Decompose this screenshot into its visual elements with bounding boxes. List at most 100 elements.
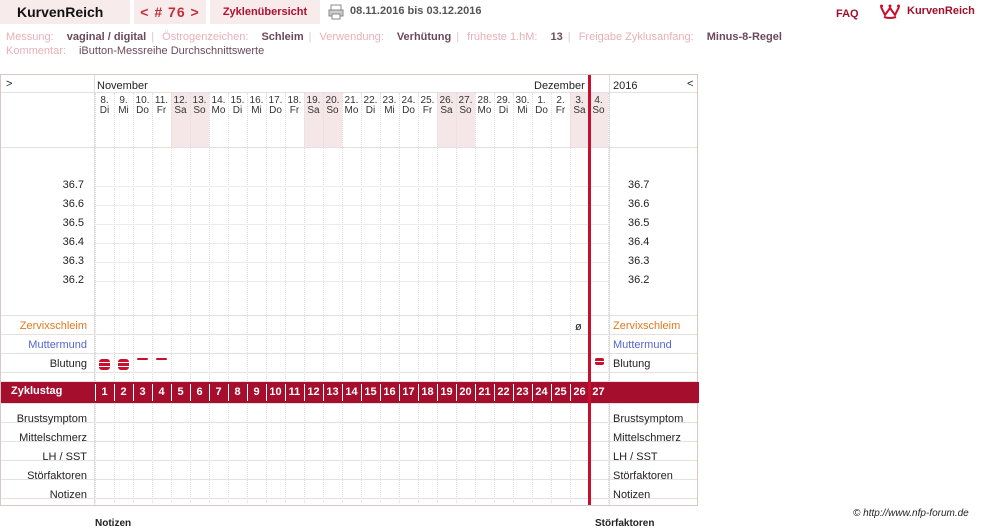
crown-logo-icon[interactable]: [880, 3, 900, 19]
cycle-day-number[interactable]: 20: [456, 386, 475, 398]
bottom-row-label-left[interactable]: LH / SST: [1, 451, 87, 463]
right-column-border: [609, 75, 610, 505]
day-header[interactable]: 23. Mi: [380, 96, 399, 116]
grid-hline: [1, 315, 697, 316]
cycle-day-number[interactable]: 17: [399, 386, 418, 398]
cycle-day-number[interactable]: 13: [323, 386, 342, 398]
blutung-label-right[interactable]: Blutung: [613, 358, 650, 370]
day-header[interactable]: 26. Sa: [437, 96, 456, 116]
cycle-day-number[interactable]: 15: [361, 386, 380, 398]
bleeding-mark[interactable]: [118, 359, 129, 370]
day-header[interactable]: 18. Fr: [285, 96, 304, 116]
day-header[interactable]: 27. So: [456, 96, 475, 116]
bottom-row-label-right[interactable]: LH / SST: [613, 451, 658, 463]
chart-next-arrow[interactable]: <: [687, 78, 693, 90]
weekday: Mi: [384, 105, 395, 116]
day-header[interactable]: 25. Fr: [418, 96, 437, 116]
muttermund-label-left[interactable]: Muttermund: [1, 339, 87, 351]
cycle-day-number[interactable]: 1: [95, 386, 114, 398]
faq-link[interactable]: FAQ: [836, 8, 859, 20]
day-header[interactable]: 16. Mi: [247, 96, 266, 116]
day-header[interactable]: 17. Do: [266, 96, 285, 116]
day-header[interactable]: 20. So: [323, 96, 342, 116]
print-icon[interactable]: [328, 4, 344, 20]
cycle-day-number[interactable]: 5: [171, 386, 190, 398]
day-header[interactable]: 30. Mi: [513, 96, 532, 116]
verwendung-label: Verwendung:: [319, 31, 384, 43]
weekday: Di: [365, 105, 376, 116]
cycle-day-number[interactable]: 24: [532, 386, 551, 398]
cycle-day-number[interactable]: 16: [380, 386, 399, 398]
temp-gridline: [95, 186, 609, 187]
fhm-label: früheste 1.hM:: [467, 31, 538, 43]
day-header[interactable]: 12. Sa: [171, 96, 190, 116]
cycle-day-number[interactable]: 9: [247, 386, 266, 398]
day-header[interactable]: 1. Do: [532, 96, 551, 116]
weekday: Fr: [555, 105, 566, 116]
day-header[interactable]: 11. Fr: [152, 96, 171, 116]
bottom-row-label-left[interactable]: Notizen: [1, 489, 87, 501]
cycle-day-number[interactable]: 11: [285, 386, 304, 398]
temp-label-left: 36.2: [62, 274, 84, 286]
cycle-day-number[interactable]: 6: [190, 386, 209, 398]
day-header[interactable]: 4. So: [589, 96, 608, 116]
cycle-day-number[interactable]: 18: [418, 386, 437, 398]
bottom-row-label-left[interactable]: Störfaktoren: [1, 470, 87, 482]
cycle-day-number[interactable]: 27: [589, 386, 608, 398]
cycle-day-number[interactable]: 2: [114, 386, 133, 398]
day-header[interactable]: 3. Sa: [570, 96, 589, 116]
brand-title[interactable]: KurvenReich: [0, 0, 130, 24]
logo-text[interactable]: KurvenReich: [907, 5, 975, 17]
zervix-label-left[interactable]: Zervixschleim: [1, 320, 87, 332]
cycle-day-number[interactable]: 25: [551, 386, 570, 398]
cycle-day-number[interactable]: 14: [342, 386, 361, 398]
weekday: So: [193, 105, 206, 116]
day-header[interactable]: 29. Di: [494, 96, 513, 116]
cycle-day-number[interactable]: 22: [494, 386, 513, 398]
day-header[interactable]: 21. Mo: [342, 96, 361, 116]
bleeding-mark[interactable]: [595, 358, 604, 365]
weekday: Do: [402, 105, 415, 116]
bottom-row-label-right[interactable]: Notizen: [613, 489, 650, 501]
day-header[interactable]: 22. Di: [361, 96, 380, 116]
day-header[interactable]: 15. Di: [228, 96, 247, 116]
bottom-row-label-right[interactable]: Störfaktoren: [613, 470, 673, 482]
cycle-day-number[interactable]: 7: [209, 386, 228, 398]
cycle-overview-button[interactable]: Zyklenübersicht: [210, 0, 320, 24]
cycle-day-number[interactable]: 26: [570, 386, 589, 398]
zervix-label-right[interactable]: Zervixschleim: [613, 320, 680, 332]
day-header[interactable]: 9. Mi: [114, 96, 133, 116]
bleeding-mark[interactable]: [156, 358, 167, 360]
weekday: Fr: [156, 105, 167, 116]
grid-hline: [1, 479, 697, 480]
cycle-day-number[interactable]: 4: [152, 386, 171, 398]
bottom-row-label-left[interactable]: Mittelschmerz: [1, 432, 87, 444]
chart-prev-arrow[interactable]: >: [6, 78, 12, 90]
day-header[interactable]: 13. So: [190, 96, 209, 116]
cycle-navigator[interactable]: < # 76 >: [134, 0, 206, 24]
day-header[interactable]: 2. Fr: [551, 96, 570, 116]
muttermund-label-right[interactable]: Muttermund: [613, 339, 672, 351]
cycle-day-number[interactable]: 12: [304, 386, 323, 398]
cycle-day-number[interactable]: 10: [266, 386, 285, 398]
cycle-day-number[interactable]: 8: [228, 386, 247, 398]
date-range: 08.11.2016 bis 03.12.2016: [350, 5, 482, 17]
day-header[interactable]: 14. Mo: [209, 96, 228, 116]
cycle-day-number[interactable]: 23: [513, 386, 532, 398]
bleeding-mark[interactable]: [99, 359, 110, 370]
cycle-day-number[interactable]: 21: [475, 386, 494, 398]
cycle-day-number[interactable]: 19: [437, 386, 456, 398]
day-header[interactable]: 19. Sa: [304, 96, 323, 116]
cycle-day-number[interactable]: 3: [133, 386, 152, 398]
blutung-label-left[interactable]: Blutung: [1, 358, 87, 370]
day-header[interactable]: 10. Do: [133, 96, 152, 116]
temp-label-right: 36.3: [628, 255, 650, 267]
bottom-row-label-right[interactable]: Mittelschmerz: [613, 432, 681, 444]
day-header[interactable]: 24. Do: [399, 96, 418, 116]
day-header[interactable]: 8. Di: [95, 96, 114, 116]
bottom-row-label-right[interactable]: Brustsymptom: [613, 413, 683, 425]
bleeding-mark[interactable]: [137, 358, 148, 360]
stoerfaktoren-footer-heading: Störfaktoren: [595, 518, 655, 529]
day-header[interactable]: 28. Mo: [475, 96, 494, 116]
bottom-row-label-left[interactable]: Brustsymptom: [1, 413, 87, 425]
